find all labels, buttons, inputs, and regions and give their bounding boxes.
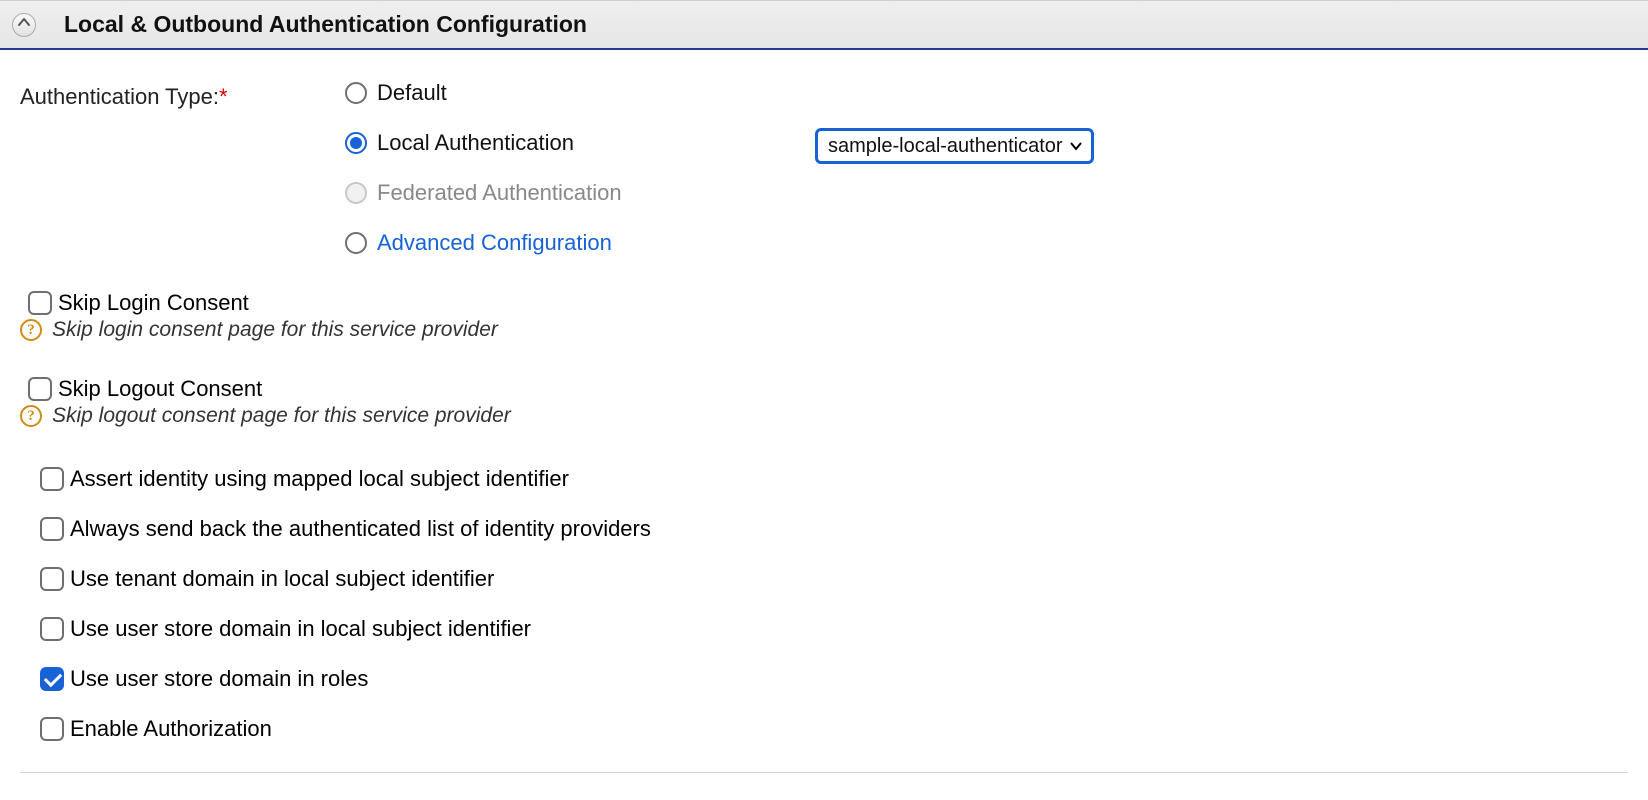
skip-login-consent-label: Skip Login Consent <box>58 290 249 316</box>
auth-radio-default[interactable] <box>345 82 367 104</box>
opt-use-user-store-domain-roles-checkbox[interactable] <box>40 667 64 691</box>
auth-radio-local[interactable] <box>345 132 367 154</box>
auth-option-local-label: Local Authentication <box>377 130 574 156</box>
auth-option-default-label: Default <box>377 80 447 106</box>
skip-login-consent-help-row: ? Skip login consent page for this servi… <box>20 318 1628 342</box>
additional-options: Assert identity using mapped local subje… <box>32 466 1628 742</box>
opt-assert-identity-label: Assert identity using mapped local subje… <box>70 466 569 492</box>
local-authenticator-select[interactable]: sample-local-authenticator <box>815 128 1094 164</box>
skip-login-consent-checkbox[interactable] <box>28 291 52 315</box>
section-content: Authentication Type:* Default Local Auth… <box>0 50 1648 793</box>
skip-logout-consent-block: Skip Logout Consent ? Skip logout consen… <box>20 376 1628 428</box>
opt-use-user-store-domain-subject[interactable]: Use user store domain in local subject i… <box>40 616 1628 642</box>
auth-option-local[interactable]: Local Authentication <box>345 130 815 156</box>
auth-option-advanced[interactable]: Advanced Configuration <box>345 230 815 256</box>
collapse-toggle[interactable] <box>12 13 36 37</box>
help-icon[interactable]: ? <box>20 405 42 427</box>
section-title: Local & Outbound Authentication Configur… <box>64 11 587 38</box>
skip-login-consent-help: Skip login consent page for this service… <box>52 318 498 342</box>
auth-option-advanced-label: Advanced Configuration <box>377 230 612 256</box>
chevron-up-icon <box>17 13 31 36</box>
opt-use-user-store-domain-roles-label: Use user store domain in roles <box>70 666 368 692</box>
opt-assert-identity[interactable]: Assert identity using mapped local subje… <box>40 466 1628 492</box>
opt-assert-identity-checkbox[interactable] <box>40 467 64 491</box>
auth-radio-federated <box>345 182 367 204</box>
opt-always-send-idp-list-checkbox[interactable] <box>40 517 64 541</box>
auth-option-default[interactable]: Default <box>345 80 815 106</box>
auth-type-options: Default Local Authentication Federated A… <box>345 80 815 256</box>
auth-radio-advanced[interactable] <box>345 232 367 254</box>
auth-option-federated-label: Federated Authentication <box>377 180 622 206</box>
auth-type-label: Authentication Type:* <box>20 80 345 110</box>
skip-logout-consent-checkbox[interactable] <box>28 377 52 401</box>
skip-logout-consent[interactable]: Skip Logout Consent <box>28 376 1628 402</box>
opt-use-user-store-domain-subject-label: Use user store domain in local subject i… <box>70 616 531 642</box>
skip-login-consent[interactable]: Skip Login Consent <box>28 290 1628 316</box>
skip-logout-consent-help: Skip logout consent page for this servic… <box>52 404 511 428</box>
auth-type-label-text: Authentication Type: <box>20 84 219 109</box>
opt-enable-authorization-checkbox[interactable] <box>40 717 64 741</box>
opt-use-tenant-domain-label: Use tenant domain in local subject ident… <box>70 566 494 592</box>
opt-always-send-idp-list[interactable]: Always send back the authenticated list … <box>40 516 1628 542</box>
opt-enable-authorization[interactable]: Enable Authorization <box>40 716 1628 742</box>
auth-option-federated: Federated Authentication <box>345 180 815 206</box>
section-header: Local & Outbound Authentication Configur… <box>0 0 1648 50</box>
help-icon[interactable]: ? <box>20 319 42 341</box>
opt-always-send-idp-list-label: Always send back the authenticated list … <box>70 516 651 542</box>
skip-logout-consent-label: Skip Logout Consent <box>58 376 262 402</box>
skip-logout-consent-help-row: ? Skip logout consent page for this serv… <box>20 404 1628 428</box>
divider <box>20 772 1628 773</box>
opt-use-tenant-domain-checkbox[interactable] <box>40 567 64 591</box>
opt-enable-authorization-label: Enable Authorization <box>70 716 272 742</box>
opt-use-tenant-domain[interactable]: Use tenant domain in local subject ident… <box>40 566 1628 592</box>
opt-use-user-store-domain-subject-checkbox[interactable] <box>40 617 64 641</box>
local-authenticator-select-wrap: sample-local-authenticator <box>815 128 1094 164</box>
skip-login-consent-block: Skip Login Consent ? Skip login consent … <box>20 290 1628 342</box>
auth-type-row: Authentication Type:* Default Local Auth… <box>20 80 1628 256</box>
opt-use-user-store-domain-roles[interactable]: Use user store domain in roles <box>40 666 1628 692</box>
required-mark: * <box>219 84 228 109</box>
